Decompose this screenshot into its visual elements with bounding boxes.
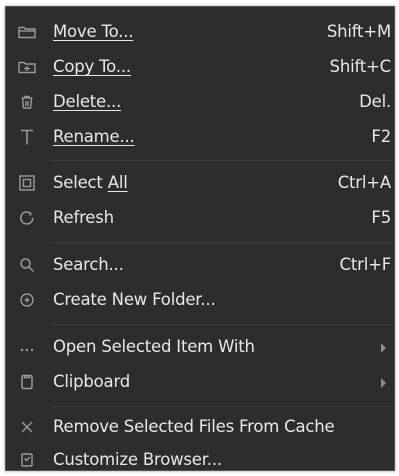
menu-item-label: Select All <box>53 173 128 192</box>
menu-item-shortcut: F2 <box>371 127 391 146</box>
menu-item-label: Search... <box>53 255 124 274</box>
menu-item-create-new-folder[interactable]: Create New Folder... <box>6 284 394 316</box>
context-menu: Move To... Shift+M Copy To... Shift+C De… <box>5 6 395 471</box>
menu-item-open-selected-item-with[interactable]: Open Selected Item With <box>6 331 394 363</box>
menu-item-rename[interactable]: Rename... F2 <box>6 121 394 153</box>
menu-item-move-to[interactable]: Move To... Shift+M <box>6 16 394 48</box>
select-all-icon <box>15 171 39 195</box>
menu-item-label: Refresh <box>53 208 114 227</box>
menu-item-delete[interactable]: Delete... Del. <box>6 86 394 118</box>
more-dots-icon <box>15 335 39 359</box>
menu-item-label: Customize Browser... <box>53 450 222 469</box>
search-icon <box>15 253 39 277</box>
menu-item-refresh[interactable]: Refresh F5 <box>6 202 394 234</box>
clipboard-icon <box>15 370 39 394</box>
menu-item-shortcut: F5 <box>371 208 391 227</box>
menu-separator <box>50 242 392 243</box>
menu-item-label: Remove Selected Files From Cache <box>53 417 335 436</box>
menu-item-label-prefix: Select <box>53 173 108 192</box>
menu-item-remove-from-cache[interactable]: Remove Selected Files From Cache <box>6 411 394 443</box>
menu-item-shortcut: Shift+M <box>326 22 391 41</box>
menu-item-copy-to[interactable]: Copy To... Shift+C <box>6 51 394 83</box>
add-circle-icon <box>15 288 39 312</box>
menu-item-shortcut: Ctrl+F <box>339 255 392 274</box>
menu-separator <box>50 406 392 407</box>
menu-item-label: Clipboard <box>53 372 131 391</box>
refresh-icon <box>15 206 39 230</box>
menu-item-label: Create New Folder... <box>53 290 216 309</box>
menu-item-search[interactable]: Search... Ctrl+F <box>6 249 394 281</box>
menu-item-shortcut: Del. <box>359 92 391 111</box>
close-x-icon <box>15 415 39 439</box>
menu-item-label: Move To... <box>53 22 134 41</box>
menu-item-label-accelerator: All <box>107 173 128 192</box>
submenu-arrow-icon <box>381 378 386 388</box>
menu-item-clipboard[interactable]: Clipboard <box>6 366 394 398</box>
menu-item-shortcut: Shift+C <box>329 57 392 76</box>
text-rename-icon <box>15 125 39 149</box>
menu-item-customize-browser[interactable]: Customize Browser... <box>6 444 394 476</box>
menu-item-label: Open Selected Item With <box>53 337 255 356</box>
menu-item-shortcut: Ctrl+A <box>337 173 391 192</box>
trash-icon <box>15 90 39 114</box>
menu-item-label: Rename... <box>53 127 135 146</box>
menu-separator <box>50 160 392 161</box>
menu-item-select-all[interactable]: Select All Ctrl+A <box>6 167 394 199</box>
customize-icon <box>15 448 39 472</box>
menu-separator <box>50 324 392 325</box>
menu-item-label: Delete... <box>53 92 122 111</box>
menu-item-label: Copy To... <box>53 57 131 76</box>
submenu-arrow-icon <box>381 343 386 353</box>
folder-move-icon <box>15 20 39 44</box>
folder-copy-icon <box>15 55 39 79</box>
